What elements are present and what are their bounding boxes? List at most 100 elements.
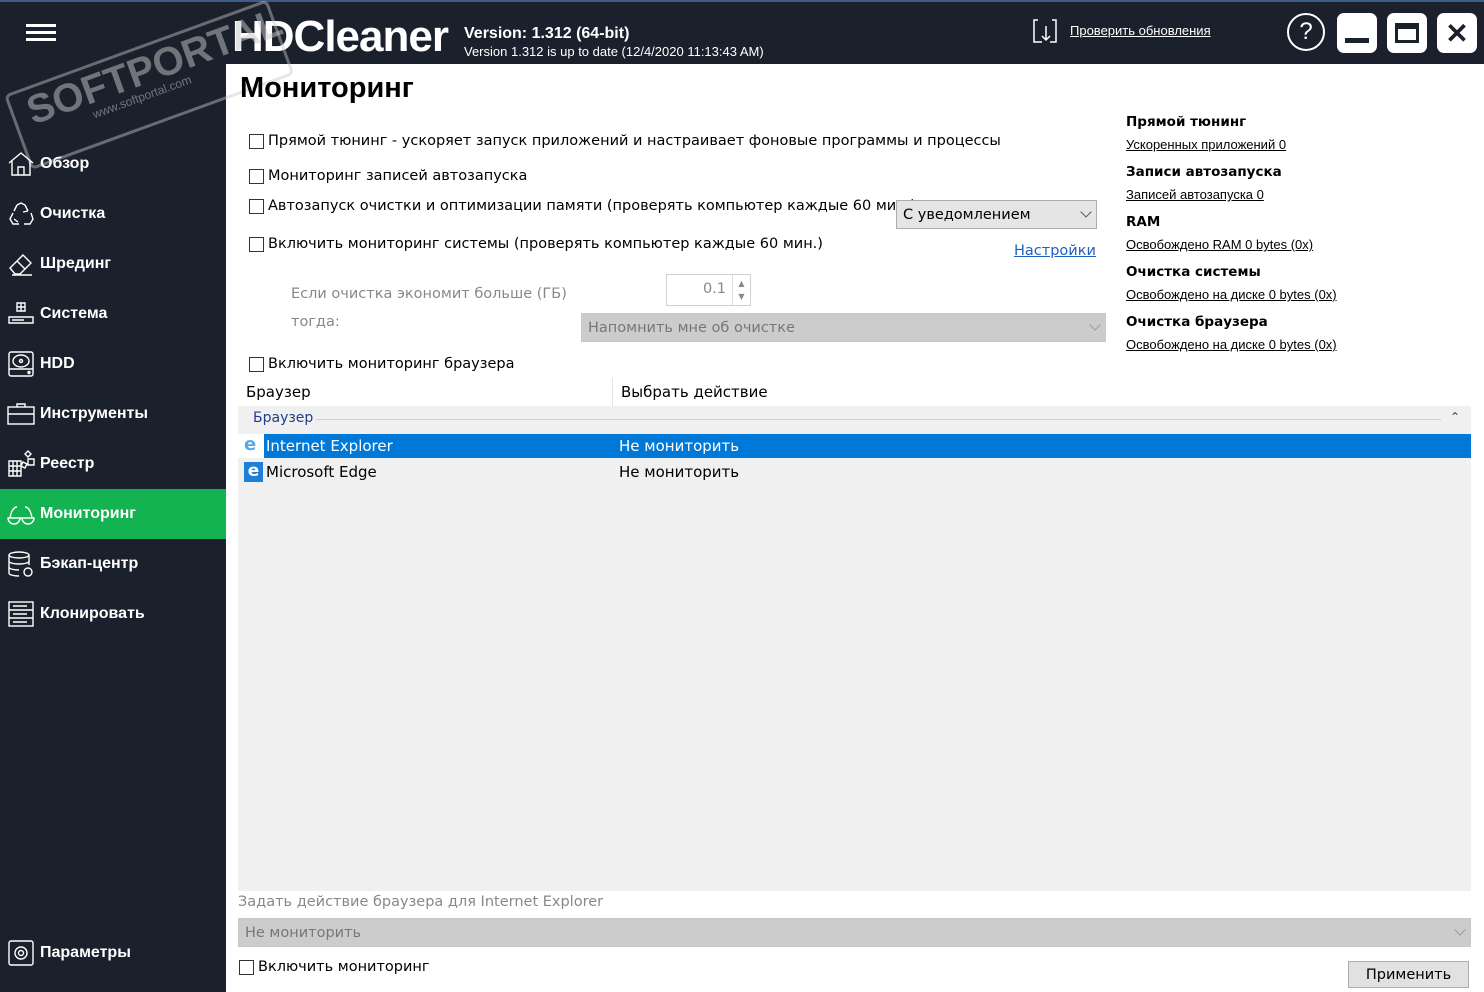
option-label: Включить мониторинг системы (проверять к… [268,236,823,252]
action-label: Задать действие браузера для Internet Ex… [238,894,604,910]
update-icon [1033,19,1057,43]
action-select[interactable]: Не мониторить [238,918,1471,947]
stat-title: Очистка системы [1126,264,1261,280]
browser-action: Не мониторить [619,437,740,455]
sidebar-item-label: Клонировать [40,605,145,622]
sidebar-item-label: Реестр [40,455,95,472]
sidebar-item-label: Шрединг [40,255,112,272]
hdd-icon [8,351,34,377]
check-updates[interactable]: Проверить обновления [1032,16,1211,44]
eraser-icon [9,254,32,276]
apply-button[interactable]: Применить [1348,961,1469,988]
computer-icon [8,302,34,324]
help-button[interactable]: ? [1287,13,1325,51]
sidebar-item-label: Обзор [40,155,90,172]
check-updates-link[interactable]: Проверить обновления [1070,23,1211,38]
threshold-stepper[interactable]: 0.1 ▲ ▼ [666,274,751,306]
close-button[interactable]: ✕ [1437,13,1477,53]
browser-action: Не мониторить [619,463,740,481]
glasses-icon [7,506,35,525]
checkbox[interactable] [249,168,264,184]
minimize-icon [1345,37,1369,43]
stat-title: RAM [1126,214,1161,230]
sidebar-item-8[interactable]: Бэкап-центр [0,539,226,589]
edge-icon: e [238,462,264,482]
select-value: Не мониторить [245,924,362,941]
group-header: Браузер [253,410,314,426]
checkbox[interactable] [249,356,264,372]
sidebar-item-3[interactable]: Система [0,289,226,339]
sidebar-item-5[interactable]: Инструменты [0,389,226,439]
stepper-arrows[interactable]: ▲ ▼ [732,275,750,305]
collapse-icon[interactable]: ⌃ [1450,410,1460,424]
sidebar-item-9[interactable]: Клонировать [0,589,226,639]
option-label: Включить мониторинг [258,959,430,975]
table-row[interactable]: e Internet Explorer Не мониторить [238,434,1471,458]
then-label: тогда: [291,314,340,330]
select-value: Напомнить мне об очистке [588,319,795,336]
stat-link[interactable]: Освобождено на диске 0 bytes (0x) [1126,287,1337,302]
stepper-value: 0.1 [702,281,726,297]
chevron-down-icon [1080,206,1092,218]
option-label: Включить мониторинг браузера [268,356,515,372]
option-system-monitor[interactable]: Включить мониторинг системы (проверять к… [249,236,823,252]
stat-title: Очистка браузера [1126,314,1268,330]
database-icon [8,551,33,577]
sidebar-item-7[interactable]: Мониторинг [0,489,226,539]
select-value: С уведомлением [903,206,1031,223]
threshold-label: Если очистка экономит больше (ГБ) [291,286,567,302]
option-browser-monitor[interactable]: Включить мониторинг браузера [249,356,514,372]
stat-link[interactable]: Записей автозапуска 0 [1126,187,1264,202]
option-label: Автозапуск очистки и оптимизации памяти … [268,198,916,214]
sidebar-item-2[interactable]: Шрединг [0,239,226,289]
table-row[interactable]: e Microsoft Edge Не мониторить [238,460,1471,484]
option-autorun-monitor[interactable]: Мониторинг записей автозапуска [249,168,527,184]
version-status: Version 1.312 is up to date (12/4/2020 1… [464,44,764,59]
sidebar-item-0[interactable]: Обзор [0,139,226,189]
then-select[interactable]: Напомнить мне об очистке [581,313,1106,342]
column-action[interactable]: Выбрать действие [621,383,768,401]
checkbox[interactable] [249,133,264,149]
stat-link[interactable]: Ускоренных приложений 0 [1126,137,1286,152]
stat-link[interactable]: Освобождено RAM 0 bytes (0x) [1126,237,1313,252]
sidebar-item-label: Очистка [40,205,106,222]
option-label: Мониторинг записей автозапуска [268,168,528,184]
checkbox[interactable] [249,236,264,252]
notify-select[interactable]: С уведомлением [896,200,1097,229]
sidebar-item-label: Система [40,305,108,322]
clone-icon [8,601,34,627]
sidebar-item-6[interactable]: Реестр [0,439,226,489]
recycle-icon [9,202,34,225]
sidebar-item-1[interactable]: Очистка [0,189,226,239]
internet-explorer-icon: e [238,434,264,458]
list-header: Браузер Выбрать действие [238,378,1471,406]
home-icon [8,152,34,176]
browser-name: Internet Explorer [266,437,393,455]
stat-title: Записи автозапуска [1126,164,1282,180]
enable-monitoring[interactable]: Включить мониторинг [239,959,430,975]
gear-icon [8,940,34,966]
chevron-down-icon [1089,319,1101,331]
checkbox[interactable] [249,198,264,214]
close-icon: ✕ [1445,17,1469,49]
sidebar-item-4[interactable]: HDD [0,339,226,389]
sidebar-item-label: Мониторинг [40,505,136,522]
checkbox[interactable] [239,959,254,975]
version-label: Version: 1.312 (64-bit) [464,25,630,42]
menu-icon[interactable] [26,24,56,42]
option-direct-tuning[interactable]: Прямой тюнинг - ускоряет запуск приложен… [249,133,1001,149]
browser-name: Microsoft Edge [266,463,377,481]
option-label: Прямой тюнинг - ускоряет запуск приложен… [268,133,1001,149]
maximize-button[interactable] [1387,13,1427,53]
minimize-button[interactable] [1337,13,1377,53]
sidebar-item-settings[interactable]: Параметры [0,928,226,978]
column-browser[interactable]: Браузер [246,383,311,401]
settings-link[interactable]: Настройки [1014,243,1096,259]
option-auto-cleanup[interactable]: Автозапуск очистки и оптимизации памяти … [249,198,916,214]
group-divider [316,419,1441,420]
sidebar-item-label: HDD [40,355,75,372]
stat-link[interactable]: Освобождено на диске 0 bytes (0x) [1126,337,1337,352]
sidebar-item-label: Бэкап-центр [40,555,139,572]
sidebar-item-label: Инструменты [40,405,149,422]
toolbox-icon [7,403,35,425]
